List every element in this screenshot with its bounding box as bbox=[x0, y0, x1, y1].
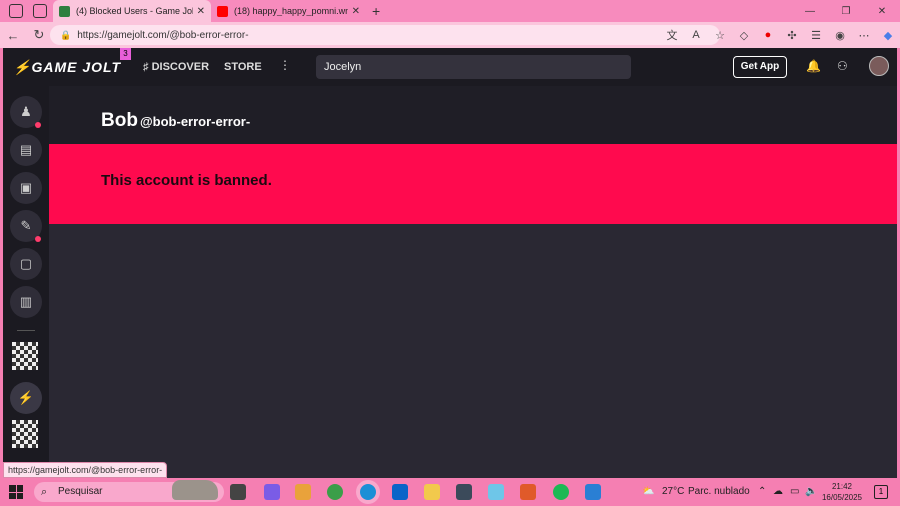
library-icon[interactable]: ▥ bbox=[10, 286, 42, 318]
sidebar-divider bbox=[17, 330, 35, 331]
browser-toolbar-icons: 文 A ☆ ◇ ● ✣ ☰ ◉ ⋯ ◆ bbox=[660, 22, 900, 48]
close-tab-icon[interactable]: ✕ bbox=[197, 6, 205, 17]
notes-app-icon[interactable] bbox=[488, 484, 504, 500]
gamejolt-favicon-icon bbox=[59, 5, 70, 17]
link-status-bar: https://gamejolt.com/@bob-error-error- bbox=[3, 462, 168, 478]
close-tab-icon[interactable]: ✕ bbox=[352, 6, 360, 17]
notification-center-icon[interactable]: 1 bbox=[874, 485, 888, 499]
address-bar[interactable]: 🔒 https://gamejolt.com/@bob-error-error- bbox=[50, 25, 720, 45]
volume-icon[interactable]: 🔈 bbox=[805, 486, 817, 497]
copilot-icon[interactable]: ◆ bbox=[876, 29, 900, 42]
tab-actions-icon[interactable] bbox=[33, 4, 47, 18]
search-icon: ⌕ bbox=[41, 486, 48, 498]
workspaces-icon[interactable] bbox=[9, 4, 23, 18]
creator-badge bbox=[35, 236, 41, 242]
tab-blocked-users[interactable]: (4) Blocked Users - Game Jolt ✕ bbox=[53, 0, 211, 22]
chrome-icon[interactable] bbox=[327, 484, 343, 500]
tab-title: (18) happy_happy_pomni.wmv - Yo bbox=[234, 6, 348, 16]
friends-icon[interactable]: ⚇ bbox=[837, 59, 848, 73]
extension-icon[interactable]: ◇ bbox=[732, 29, 756, 42]
favorite-star-icon[interactable]: ☆ bbox=[708, 29, 732, 42]
web-page: ⚡GAME JOLT 3 ♯ DISCOVER STORE ⋮ Jocelyn … bbox=[3, 48, 897, 478]
youtube-favicon-icon bbox=[217, 5, 228, 17]
lock-icon[interactable]: 🔒 bbox=[60, 30, 71, 41]
profile-header: Bob @bob-error-error- bbox=[49, 86, 897, 144]
banned-notice: This account is banned. bbox=[49, 144, 897, 224]
outlook-icon[interactable] bbox=[392, 484, 408, 500]
battery-icon[interactable]: ▭ bbox=[790, 486, 799, 497]
game-app-icon[interactable] bbox=[456, 484, 472, 500]
browser-tab-strip: (4) Blocked Users - Game Jolt ✕ (18) hap… bbox=[0, 0, 900, 22]
tab-youtube[interactable]: (18) happy_happy_pomni.wmv - Yo ✕ bbox=[211, 0, 366, 22]
refresh-icon[interactable]: ↻ bbox=[26, 27, 52, 43]
address-bar-row: ← ↻ 🔒 https://gamejolt.com/@bob-error-er… bbox=[0, 22, 900, 48]
discover-link[interactable]: ♯ DISCOVER bbox=[143, 61, 209, 73]
logo-badge: 3 bbox=[120, 48, 131, 60]
translate-icon[interactable]: 文 bbox=[660, 27, 684, 43]
backpack-icon[interactable]: ▣ bbox=[10, 172, 42, 204]
wps-office-icon[interactable] bbox=[520, 484, 536, 500]
clock-date: 16/05/2025 bbox=[821, 493, 863, 502]
read-aloud-icon[interactable]: A bbox=[684, 29, 708, 41]
extensions-puzzle-icon[interactable]: ✣ bbox=[780, 29, 804, 42]
profile-display-name: Bob bbox=[101, 110, 138, 131]
banned-message: This account is banned. bbox=[101, 172, 272, 189]
task-view-icon[interactable] bbox=[230, 484, 246, 500]
window-controls: — ❐ ✕ bbox=[792, 0, 900, 22]
site-header: ⚡GAME JOLT 3 ♯ DISCOVER STORE ⋮ Jocelyn … bbox=[3, 48, 897, 86]
opera-icon[interactable]: ● bbox=[756, 29, 780, 41]
activity-badge bbox=[35, 122, 41, 128]
close-window-icon[interactable]: ✕ bbox=[864, 6, 900, 17]
clock[interactable]: 21:42 16/05/2025 bbox=[820, 481, 864, 503]
search-input[interactable]: Jocelyn bbox=[316, 55, 631, 79]
search-highlight-image bbox=[172, 480, 218, 500]
weather-icon[interactable]: ⛅ bbox=[642, 486, 654, 497]
gamejolt-logo[interactable]: ⚡GAME JOLT bbox=[13, 59, 121, 76]
favorites-icon[interactable]: ☰ bbox=[804, 29, 828, 42]
file-explorer-icon[interactable] bbox=[424, 484, 440, 500]
profile-username: @bob-error-error- bbox=[140, 114, 251, 129]
new-tab-icon[interactable]: + bbox=[372, 3, 380, 19]
copilot-app-icon[interactable] bbox=[264, 484, 280, 500]
photos-icon[interactable] bbox=[585, 484, 601, 500]
store-link[interactable]: STORE bbox=[224, 61, 262, 73]
taskbar: ⌕ Pesquisar ⛅ 27°C Parc. nublado ⌃ ☁ ▭ 🔈… bbox=[0, 478, 900, 506]
maximize-icon[interactable]: ❐ bbox=[828, 6, 864, 17]
onedrive-icon[interactable]: ☁ bbox=[773, 486, 783, 497]
get-app-button[interactable]: Get App bbox=[733, 56, 787, 78]
community-thumbnail[interactable] bbox=[12, 420, 38, 448]
tab-title: (4) Blocked Users - Game Jolt bbox=[76, 6, 193, 16]
profile-icon[interactable]: ◉ bbox=[828, 29, 852, 42]
weather-description[interactable]: Parc. nublado bbox=[688, 486, 750, 497]
windows-start-icon[interactable] bbox=[9, 485, 23, 499]
clock-time: 21:42 bbox=[831, 482, 853, 491]
chat-icon[interactable]: ▢ bbox=[10, 248, 42, 280]
url-text: https://gamejolt.com/@bob-error-error- bbox=[77, 29, 249, 41]
user-avatar[interactable] bbox=[869, 56, 889, 76]
weather-temp[interactable]: 27°C bbox=[662, 486, 684, 497]
sidebar: ♟ ▤ ▣ ✎ ▢ ▥ ⚡ bbox=[3, 86, 49, 478]
more-options-icon[interactable]: ⋯ bbox=[852, 29, 876, 42]
notifications-bell-icon[interactable]: 🔔 bbox=[806, 59, 821, 73]
tray-chevron-icon[interactable]: ⌃ bbox=[758, 486, 766, 497]
edge-icon[interactable] bbox=[360, 484, 376, 500]
minimize-icon[interactable]: — bbox=[792, 6, 828, 17]
store-icon[interactable]: ▤ bbox=[10, 134, 42, 166]
ms-store-icon[interactable] bbox=[295, 484, 311, 500]
back-icon[interactable]: ← bbox=[0, 28, 26, 43]
spotify-icon[interactable] bbox=[553, 484, 569, 500]
gamejolt-community-icon[interactable]: ⚡ bbox=[10, 382, 42, 414]
more-menu-icon[interactable]: ⋮ bbox=[279, 58, 291, 72]
community-thumbnail[interactable] bbox=[12, 342, 38, 370]
